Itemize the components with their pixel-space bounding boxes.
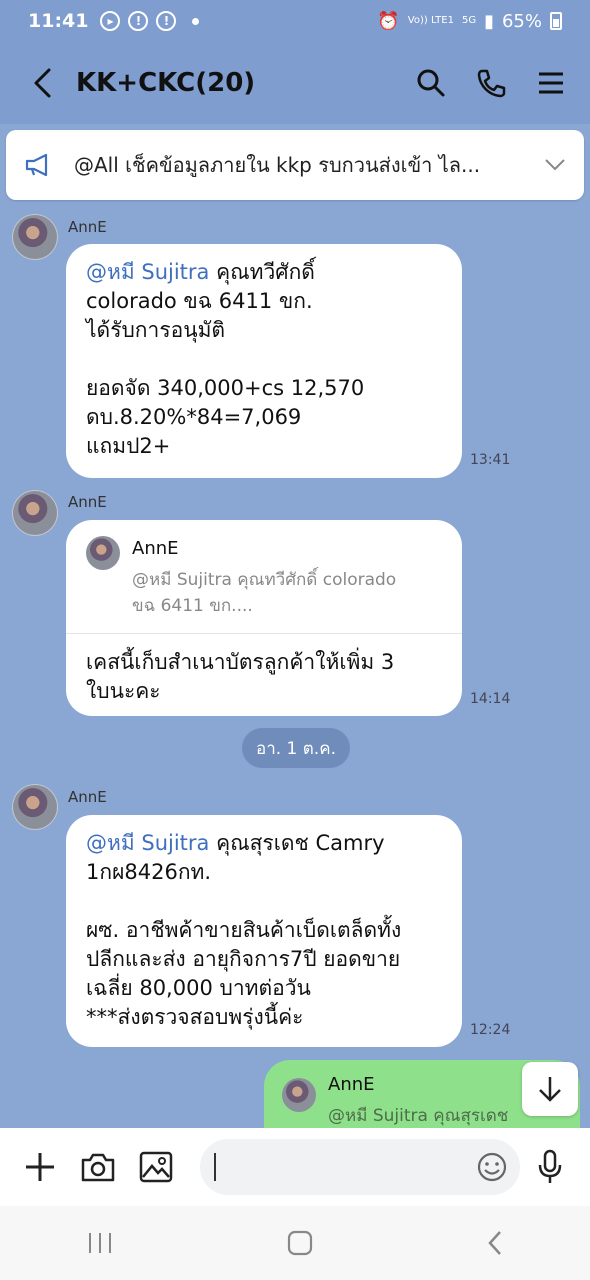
sender-avatar[interactable] — [12, 490, 58, 536]
message-line — [86, 345, 442, 374]
chat-title: KK+CKC(20) — [76, 68, 256, 98]
volte-tag: Vo)) LTE1 — [407, 15, 454, 26]
message-line: แถมป2+ — [86, 434, 171, 458]
recent-apps-icon[interactable] — [85, 1230, 115, 1256]
message-line: 1กผ8426กท. — [86, 860, 212, 884]
announcement-text: @All เช็คข้อมูลภายใน kkp รบกวนส่งเข้า ไล… — [74, 153, 481, 177]
message-input[interactable] — [200, 1139, 520, 1195]
status-time: 11:41 — [28, 10, 89, 32]
mention-link[interactable]: @หมี Sujitra — [86, 260, 209, 284]
back-nav-icon[interactable] — [485, 1229, 505, 1257]
quoted-text: @หมี Sujitra คุณทวีศักดิ์ colorado — [132, 570, 397, 590]
quoted-message[interactable]: AnnE @หมี Sujitra คุณทวีศักดิ์ colorado … — [66, 534, 462, 634]
quoted-text: ขฉ 6411 ขก.... — [132, 596, 253, 616]
add-button[interactable] — [20, 1147, 60, 1187]
search-icon — [417, 69, 445, 97]
alert-icon-2: ! — [156, 11, 177, 31]
chat-header: KK+CKC(20) — [0, 42, 590, 124]
megaphone-icon — [25, 153, 48, 177]
signal-icon: ▮ — [484, 10, 494, 32]
message-bubble[interactable]: @หมี Sujitra คุณทวีศักดิ์ colorado ขฉ 64… — [66, 244, 462, 478]
emoji-icon[interactable] — [476, 1151, 508, 1183]
sender-avatar[interactable] — [12, 784, 58, 830]
message-line: ดบ.8.20%*84=7,069 — [86, 405, 302, 429]
system-navigation-bar — [0, 1206, 590, 1280]
message-bubble[interactable]: @หมี Sujitra คุณสุรเดช Camry 1กผ8426กท. … — [66, 815, 462, 1047]
quoted-sender: AnnE — [328, 1074, 375, 1095]
mention-link[interactable]: @หมี Sujitra — [86, 831, 209, 855]
message-line: เฉลี่ย 80,000 บาทต่อวัน — [86, 976, 311, 1000]
sender-avatar[interactable] — [12, 214, 58, 260]
sender-name: AnnE — [68, 493, 107, 511]
voice-button[interactable] — [530, 1147, 570, 1187]
announcement-banner[interactable]: @All เช็คข้อมูลภายใน kkp รบกวนส่งเข้า ไล… — [6, 130, 584, 200]
status-right: ⏰ Vo)) LTE1 5G ▮ 65% — [377, 11, 562, 32]
scroll-to-bottom-button[interactable] — [522, 1062, 578, 1116]
message-time: 12:24 — [470, 1022, 511, 1038]
5g-tag: 5G — [461, 15, 477, 26]
alarm-icon: ⏰ — [377, 10, 400, 32]
hamburger-menu-icon — [539, 72, 563, 94]
back-chevron-icon — [34, 68, 51, 98]
image-icon — [139, 1151, 173, 1183]
menu-button[interactable] — [534, 66, 568, 100]
message-line: ใบนะคะ — [86, 679, 161, 703]
call-button[interactable] — [474, 66, 508, 100]
message-line: colorado ขฉ 6411 ขก. — [86, 289, 313, 313]
header-actions — [414, 66, 568, 100]
phone-icon — [477, 69, 506, 98]
battery-icon — [550, 12, 562, 30]
message-line: ปลีกและส่ง อายุกิจการ7ปี ยอดขาย — [86, 947, 401, 971]
status-icons: ▸ ! ! — [100, 11, 200, 31]
alert-icon: ! — [128, 11, 149, 31]
reply-message-bubble[interactable]: AnnE @หมี Sujitra คุณทวีศักดิ์ colorado … — [66, 520, 462, 716]
message-time: 14:14 — [470, 691, 511, 707]
gallery-button[interactable] — [136, 1147, 176, 1187]
message-composer — [0, 1128, 590, 1206]
battery-percent: 65% — [501, 10, 542, 32]
status-bar: 11:41 ▸ ! ! ⏰ Vo)) LTE1 5G ▮ 65% — [0, 0, 590, 42]
date-divider: อา. 1 ต.ค. — [242, 728, 350, 768]
arrow-down-icon — [539, 1077, 561, 1102]
back-button[interactable] — [22, 63, 62, 103]
sender-name: AnnE — [68, 218, 107, 236]
message-line: ***ส่งตรวจสอบพรุ่งนี้ค่ะ — [86, 1005, 304, 1029]
message-line: เคสนี้เก็บสำเนาบัตรลูกค้าให้เพิ่ม 3 — [86, 650, 395, 674]
microphone-icon — [538, 1149, 562, 1183]
media-icon: ▸ — [100, 11, 121, 31]
text-caret — [214, 1153, 216, 1181]
sender-name: AnnE — [68, 788, 107, 806]
quoted-avatar — [282, 1078, 316, 1112]
quoted-avatar — [86, 536, 120, 570]
notification-dot-icon — [192, 17, 200, 25]
home-icon[interactable] — [286, 1229, 314, 1257]
chevron-down-icon[interactable] — [544, 158, 566, 172]
quoted-sender: AnnE — [132, 538, 179, 559]
message-line: ผซ. อาชีพค้าขายสินค้าเบ็ดเตล็ดทั้ง — [86, 918, 402, 942]
message-time: 13:41 — [470, 452, 511, 468]
camera-icon — [81, 1153, 115, 1182]
search-button[interactable] — [414, 66, 448, 100]
plus-icon — [26, 1153, 54, 1181]
message-text: คุณสุรเดช Camry — [209, 831, 385, 855]
message-line: ยอดจัด 340,000+cs 12,570 — [86, 376, 365, 400]
message-line — [86, 887, 442, 916]
quoted-text: @หมี Sujitra คุณสุรเดช — [328, 1106, 509, 1126]
message-line: ได้รับการอนุมัติ — [86, 318, 226, 342]
camera-button[interactable] — [78, 1147, 118, 1187]
message-text: คุณทวีศักดิ์ — [209, 260, 315, 284]
